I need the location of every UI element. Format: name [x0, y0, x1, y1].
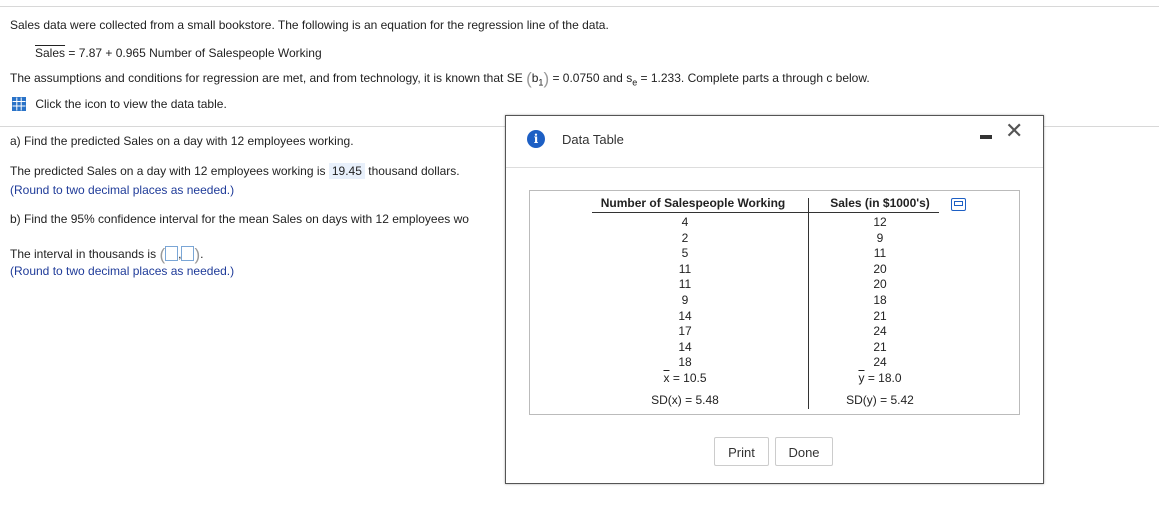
- sales-hat: Sales: [35, 46, 66, 60]
- interval-upper-input[interactable]: [181, 246, 195, 261]
- table-cell: 18: [873, 292, 887, 307]
- table-cell: 24: [873, 355, 887, 370]
- part-b-question: b) Find the 95% confidence interval for …: [10, 212, 469, 226]
- done-button[interactable]: Done: [775, 437, 833, 466]
- part-a-question: a) Find the predicted Sales on a day wit…: [10, 134, 354, 148]
- copy-table-icon[interactable]: [951, 198, 966, 211]
- minimize-icon[interactable]: [980, 135, 992, 139]
- part-b-hint: (Round to two decimal places as needed.): [10, 264, 235, 278]
- col2-values: 12 9 11 20 20 18 21 24 21 24 y = 18.0: [855, 215, 905, 387]
- table-cell: 20: [873, 277, 887, 292]
- part-a-hint: (Round to two decimal places as needed.): [10, 183, 235, 197]
- col1-values: 4 2 5 11 11 9 14 17 14 18 x = 10.5: [660, 215, 710, 387]
- y-sd: SD(y) = 5.42: [846, 393, 914, 407]
- dialog-header: i Data Table ✕: [506, 116, 1043, 168]
- header-underline-2: [809, 212, 939, 213]
- x-mean: x = 10.5: [663, 370, 707, 385]
- table-cell: 20: [873, 261, 887, 276]
- header-underline-1: [592, 212, 808, 213]
- y-mean: y = 18.0: [858, 370, 902, 385]
- table-cell: 21: [873, 339, 887, 354]
- info-icon: i: [527, 130, 545, 148]
- part-b-interval: The interval in thousands is (,).: [10, 245, 204, 264]
- col2-header: Sales (in $1000's): [830, 196, 930, 210]
- dialog-title: Data Table: [562, 132, 624, 147]
- table-cell: 18: [678, 355, 692, 370]
- data-table-link[interactable]: Click the icon to view the data table.: [12, 97, 227, 111]
- table-cell: 17: [678, 324, 692, 339]
- intro-text: Sales data were collected from a small b…: [10, 18, 609, 32]
- assumptions-text: The assumptions and conditions for regre…: [10, 69, 870, 88]
- col1-header: Number of Salespeople Working: [600, 196, 786, 210]
- data-table-dialog: i Data Table ✕ Number of Salespeople Wor…: [505, 115, 1044, 484]
- close-icon[interactable]: ✕: [1005, 121, 1023, 143]
- table-cell: 11: [678, 261, 692, 276]
- table-cell: 12: [873, 215, 887, 229]
- table-cell: 21: [873, 308, 887, 323]
- table-cell: 14: [678, 339, 692, 354]
- table-cell: 9: [681, 292, 689, 307]
- predicted-sales-answer[interactable]: 19.45: [328, 163, 365, 179]
- top-rule: [0, 6, 1159, 7]
- part-a-answer: The predicted Sales on a day with 12 emp…: [10, 163, 460, 179]
- table-cell: 4: [681, 215, 689, 229]
- table-cell: 5: [681, 246, 689, 261]
- column-divider: [808, 198, 809, 409]
- data-table-link-label: Click the icon to view the data table.: [35, 97, 227, 111]
- regression-equation: Sales = 7.87 + 0.965 Number of Salespeop…: [35, 46, 322, 60]
- table-cell: 2: [681, 230, 689, 245]
- table-cell: 9: [876, 230, 884, 245]
- table-icon[interactable]: [12, 97, 26, 111]
- table-cell: 11: [678, 277, 692, 292]
- table-cell: 24: [873, 324, 887, 339]
- table-cell: 14: [678, 308, 692, 323]
- data-table: Number of Salespeople Working Sales (in …: [529, 190, 1020, 415]
- equation-rest: = 7.87 + 0.965 Number of Salespeople Wor…: [65, 46, 322, 60]
- interval-lower-input[interactable]: [165, 246, 179, 261]
- x-sd: SD(x) = 5.48: [651, 393, 719, 407]
- print-button[interactable]: Print: [714, 437, 769, 466]
- table-cell: 11: [873, 246, 887, 261]
